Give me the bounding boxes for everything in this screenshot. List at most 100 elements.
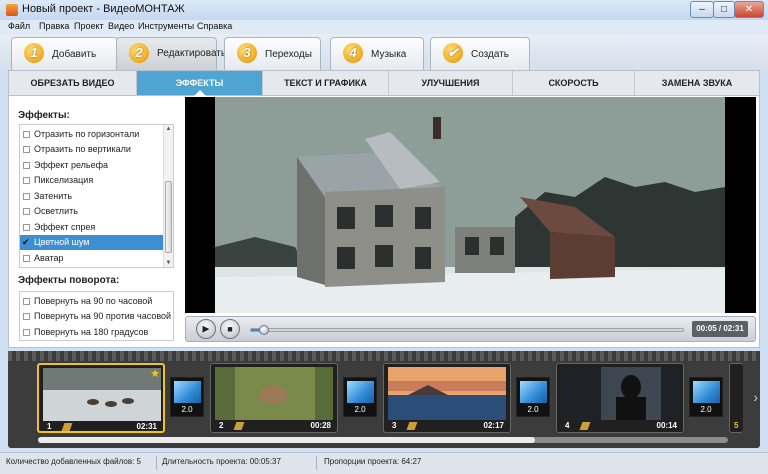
checkbox-icon[interactable] [23, 313, 30, 320]
checkbox-icon[interactable] [23, 131, 30, 138]
timeline-scroll-thumb[interactable] [38, 437, 535, 443]
timeline-clip[interactable]: 2 00:28 [210, 363, 338, 433]
clip-number: 3 [392, 421, 397, 430]
step-edit[interactable]: 2 Редактировать [116, 37, 226, 70]
transition[interactable]: 2.0 [343, 377, 377, 417]
transition-icon [347, 381, 374, 403]
preview-frame [215, 97, 725, 313]
transition-icon [174, 381, 201, 403]
checkbox-icon[interactable] [23, 146, 30, 153]
effect-item[interactable]: Аватар [20, 251, 165, 266]
status-duration: Длительность проекта: 00:05:37 [162, 457, 281, 466]
transition-icon [520, 381, 547, 403]
video-preview[interactable] [185, 97, 756, 313]
transition-icon [693, 381, 720, 403]
effect-item[interactable]: Эффект рельефа [20, 158, 165, 173]
checkmark-icon[interactable] [22, 235, 30, 250]
status-proportions: Пропорции проекта: 64:27 [324, 457, 422, 466]
menu-edit[interactable]: Правка [39, 21, 69, 31]
tab-speed[interactable]: СКОРОСТЬ [513, 71, 635, 95]
seek-handle[interactable] [258, 325, 269, 335]
sub-tabs: ОБРЕЗАТЬ ВИДЕО ЭФФЕКТЫ ТЕКСТ И ГРАФИКА У… [8, 70, 760, 96]
seek-bar[interactable] [250, 325, 684, 335]
effects-scrollbar[interactable]: ▲ ▼ [163, 125, 173, 267]
timeline-clip[interactable]: ★ 1 02:31 [37, 363, 165, 433]
transition[interactable]: 2.0 [689, 377, 723, 417]
effect-item[interactable]: Пикселизация [20, 173, 165, 188]
timeline-clip[interactable]: 3 02:17 [383, 363, 511, 433]
effect-item-selected[interactable]: Цветной шум [20, 235, 165, 250]
menu-tools[interactable]: Инструменты [138, 21, 194, 31]
scroll-down-icon[interactable]: ▼ [164, 260, 173, 266]
player-controls: ▶ ■ 00:05 / 02:31 [185, 316, 756, 342]
checkbox-icon[interactable] [23, 208, 30, 215]
edit-pencil-icon[interactable] [61, 423, 73, 431]
stop-icon: ■ [227, 324, 233, 334]
checkbox-icon[interactable] [23, 177, 30, 184]
effects-list: Отразить по горизонтали Отразить по верт… [19, 124, 174, 268]
scroll-right-icon[interactable]: › [753, 389, 758, 405]
menu-bar: Файл Правка Проект Видео Инструменты Спр… [0, 20, 768, 34]
checkbox-icon[interactable] [23, 329, 30, 336]
menu-help[interactable]: Справка [197, 21, 232, 31]
checkbox-icon[interactable] [23, 193, 30, 200]
timeline-clip[interactable]: 4 00:14 [556, 363, 684, 433]
clip-number: 4 [565, 421, 570, 430]
effect-item[interactable]: Эффект спрея [20, 220, 165, 235]
step-label: Добавить [52, 49, 97, 60]
effect-item[interactable]: Осветлить [20, 204, 165, 219]
transition-duration: 2.0 [354, 405, 366, 414]
checkbox-icon[interactable] [23, 298, 30, 305]
status-bar: Количество добавленных файлов: 5 Длитель… [0, 452, 768, 474]
transition[interactable]: 2.0 [170, 377, 204, 417]
edit-pencil-icon[interactable] [579, 422, 591, 430]
timeline-clip-partial[interactable]: 5 [729, 363, 743, 433]
film-strip-edge [8, 351, 760, 361]
clip-thumbnail [43, 368, 161, 421]
stop-button[interactable]: ■ [220, 319, 240, 339]
tab-trim-video[interactable]: ОБРЕЗАТЬ ВИДЕО [9, 71, 137, 95]
rotation-item[interactable]: Повернуть на 180 градусов [20, 325, 173, 340]
tab-improvements[interactable]: УЛУЧШЕНИЯ [389, 71, 513, 95]
play-button[interactable]: ▶ [196, 319, 216, 339]
star-icon: ★ [150, 368, 160, 380]
maximize-button[interactable]: □ [713, 1, 735, 18]
scroll-thumb[interactable] [165, 181, 172, 253]
step-number-icon: 1 [24, 43, 44, 63]
effect-item[interactable]: Отразить по горизонтали [20, 127, 165, 142]
status-divider [156, 456, 157, 470]
deer-grass-image [215, 367, 333, 420]
rotation-item[interactable]: Повернуть на 90 по часовой [20, 294, 173, 309]
timeline-scrollbar[interactable] [38, 437, 728, 443]
step-add[interactable]: 1 Добавить [11, 37, 118, 70]
checkbox-icon[interactable] [23, 162, 30, 169]
play-icon: ▶ [202, 323, 210, 334]
minimize-button[interactable]: – [690, 1, 714, 18]
checkbox-icon[interactable] [23, 224, 30, 231]
transition[interactable]: 2.0 [516, 377, 550, 417]
step-transitions[interactable]: 3 Переходы [224, 37, 321, 70]
tab-replace-sound[interactable]: ЗАМЕНА ЗВУКА [635, 71, 759, 95]
step-label: Музыка [371, 49, 407, 60]
step-number-icon: 2 [129, 43, 149, 63]
rotation-item[interactable]: Повернуть на 90 против часовой [20, 309, 173, 324]
scroll-up-icon[interactable]: ▲ [164, 126, 173, 132]
clip-thumbnail [561, 367, 679, 420]
effect-item[interactable]: Затенить [20, 189, 165, 204]
effect-item[interactable]: Отразить по вертикали [20, 142, 165, 157]
checkbox-icon[interactable] [23, 255, 30, 262]
clip-duration: 02:17 [483, 421, 504, 430]
close-button[interactable]: ✕ [734, 1, 764, 18]
step-music[interactable]: 4 Музыка [330, 37, 424, 70]
clip-duration: 02:31 [136, 422, 157, 431]
menu-file[interactable]: Файл [8, 21, 30, 31]
step-create[interactable]: ✔ Создать [430, 37, 530, 70]
tab-text-graphics[interactable]: ТЕКСТ И ГРАФИКА [263, 71, 389, 95]
edit-pencil-icon[interactable] [406, 422, 418, 430]
tab-effects[interactable]: ЭФФЕКТЫ [137, 71, 263, 96]
effects-heading: Эффекты: [18, 110, 70, 121]
menu-video[interactable]: Видео [108, 21, 134, 31]
title-bar: Новый проект - ВидеоМОНТАЖ – □ ✕ [0, 0, 768, 20]
edit-pencil-icon[interactable] [233, 422, 245, 430]
menu-project[interactable]: Проект [74, 21, 104, 31]
